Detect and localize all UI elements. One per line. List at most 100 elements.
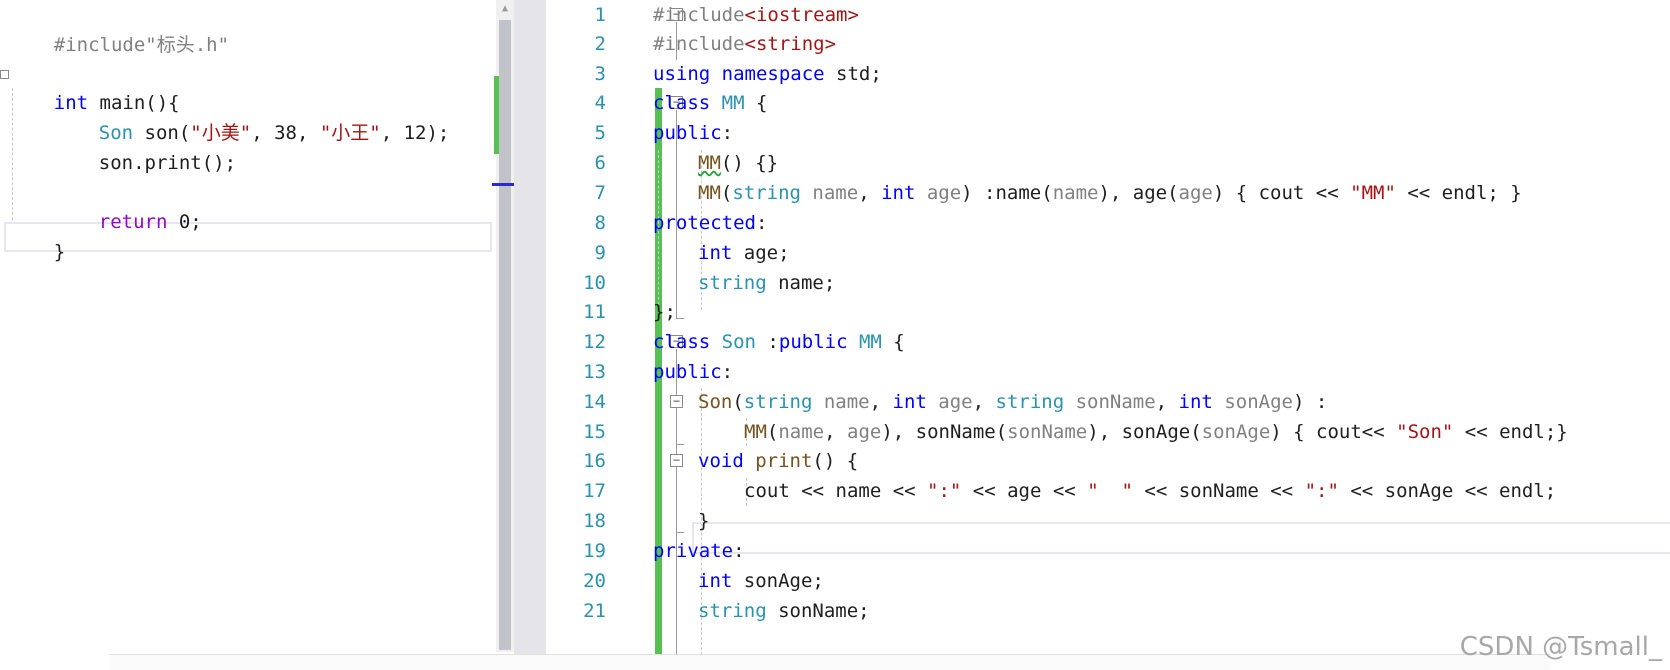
- keyword: int: [892, 391, 927, 413]
- line-number[interactable]: 13: [526, 357, 606, 387]
- code-line-17[interactable]: cout << name << ":" << age << " " << son…: [744, 476, 1556, 506]
- code-line-12[interactable]: class Son :public MM {: [653, 327, 905, 357]
- access-specifier: private: [653, 540, 734, 562]
- code-line-3[interactable]: using namespace std;: [653, 59, 882, 89]
- code-line-21[interactable]: string sonName;: [698, 596, 870, 626]
- code-line-7[interactable]: MM(string name, int age) :name(name), ag…: [698, 178, 1522, 208]
- code-line-2[interactable]: #include<string>: [653, 29, 836, 59]
- code-text: name;: [766, 272, 836, 294]
- line-number[interactable]: 9: [526, 238, 606, 268]
- code-text: << endl; }: [1395, 182, 1522, 204]
- outline-end: [676, 444, 684, 445]
- code-line-6[interactable]: MM() {}: [698, 148, 778, 178]
- line-number[interactable]: 8: [526, 208, 606, 238]
- code-text: }: [53, 241, 66, 263]
- code-text: ) { cout <<: [1212, 182, 1351, 204]
- function-name: Son: [698, 391, 733, 413]
- code-text: ), age(: [1098, 182, 1179, 204]
- vertical-scrollbar[interactable]: ▲: [492, 0, 518, 652]
- right-editor-pane[interactable]: 1 2 3 4 5 6 7 8 9 10 11 12 13 14 15 16 17 18 19 20 21 − − − …: [546, 0, 1670, 670]
- string-literal: ":": [927, 480, 962, 502]
- function-name: print: [743, 450, 813, 472]
- code-text: son.print();: [98, 152, 237, 174]
- code-line-8[interactable]: protected:: [653, 208, 767, 238]
- code-line-14[interactable]: Son(string name, int age, string sonName…: [698, 387, 1327, 417]
- scroll-up-arrow-icon[interactable]: ▲: [498, 2, 512, 16]
- class-name: Son: [721, 331, 756, 353]
- code-text: 0;: [167, 211, 202, 233]
- scrollbar-thumb[interactable]: [499, 20, 511, 650]
- outline-end: [676, 318, 684, 319]
- line-number[interactable]: 20: [526, 566, 606, 596]
- code-line-16[interactable]: void print() {: [698, 446, 858, 476]
- function-name: MM: [744, 421, 767, 443]
- code-line-15[interactable]: MM(name, age), sonName(sonName), sonAge(…: [744, 417, 1568, 447]
- code-line-18[interactable]: }: [698, 506, 709, 536]
- code-line-son-decl[interactable]: Son son("小美", 38, "小王", 12);: [53, 88, 450, 144]
- line-number[interactable]: 4: [526, 88, 606, 118]
- line-number[interactable]: 19: [526, 536, 606, 566]
- access-specifier: protected: [653, 212, 756, 234]
- line-number[interactable]: 11: [526, 297, 606, 327]
- keyword-return: return: [98, 211, 168, 233]
- left-editor-pane[interactable]: #include"标头.h" int main(){ Son son("小美",…: [0, 0, 498, 670]
- code-text: ,: [824, 421, 847, 443]
- code-text: };: [653, 301, 676, 323]
- code-line-13[interactable]: public:: [653, 357, 733, 387]
- line-number[interactable]: 14: [526, 387, 606, 417]
- code-text: age;: [732, 242, 790, 264]
- code-line-close-brace[interactable]: }: [8, 207, 65, 263]
- keyword: public: [778, 331, 848, 353]
- string-literal: "小王": [319, 122, 381, 144]
- collapse-toggle[interactable]: −: [670, 454, 683, 467]
- access-specifier: public: [653, 122, 722, 144]
- line-number[interactable]: 17: [526, 476, 606, 506]
- line-number[interactable]: 18: [526, 506, 606, 536]
- collapse-toggle[interactable]: −: [670, 395, 683, 408]
- line-number[interactable]: 16: [526, 446, 606, 476]
- code-text: ,: [869, 391, 893, 413]
- param-name: sonAge: [1201, 421, 1271, 443]
- line-number[interactable]: 21: [526, 596, 606, 626]
- code-line-10[interactable]: string name;: [698, 268, 835, 298]
- code-line-return[interactable]: return 0;: [53, 177, 202, 233]
- param-name: age: [926, 391, 973, 413]
- horizontal-scrollbar[interactable]: [110, 654, 1550, 670]
- line-number[interactable]: 1: [526, 0, 606, 30]
- code-line-20[interactable]: int sonAge;: [698, 566, 824, 596]
- line-number[interactable]: 5: [526, 118, 606, 148]
- line-number[interactable]: 15: [526, 417, 606, 447]
- access-specifier: public: [653, 361, 722, 383]
- param-name: age: [1178, 182, 1213, 204]
- function-name: MM: [698, 152, 721, 174]
- line-number[interactable]: 2: [526, 29, 606, 59]
- code-line-11[interactable]: };: [653, 297, 676, 327]
- type-name: string: [698, 600, 767, 622]
- line-number[interactable]: 7: [526, 178, 606, 208]
- code-line-5[interactable]: public:: [653, 118, 733, 148]
- type-name: string: [743, 391, 813, 413]
- code-line-print-call[interactable]: son.print();: [53, 118, 236, 174]
- code-line-4[interactable]: class MM {: [653, 88, 767, 118]
- line-number[interactable]: 3: [526, 59, 606, 89]
- code-text: ) :name(: [961, 182, 1053, 204]
- code-text: :: [755, 212, 768, 234]
- param-name: age: [847, 421, 882, 443]
- code-line-9[interactable]: int age;: [698, 238, 790, 268]
- line-number[interactable]: 6: [526, 148, 606, 178]
- code-text: << endl;}: [1453, 421, 1568, 443]
- code-text: {: [744, 92, 768, 114]
- watermark: CSDN @Tsmall_: [1459, 632, 1662, 662]
- code-line-1[interactable]: #include<iostream>: [653, 0, 859, 30]
- code-line-19[interactable]: private:: [653, 536, 745, 566]
- code-text: << sonName <<: [1132, 480, 1305, 502]
- code-text: std;: [824, 63, 882, 85]
- line-number[interactable]: 10: [526, 268, 606, 298]
- code-line-include[interactable]: #include"标头.h": [8, 0, 229, 56]
- code-text: sonName;: [766, 600, 870, 622]
- code-text: }: [698, 510, 710, 532]
- code-line-main[interactable]: int main(){: [8, 58, 180, 114]
- header-name: <iostream>: [744, 4, 859, 26]
- type-name: string: [698, 272, 767, 294]
- line-number[interactable]: 12: [526, 327, 606, 357]
